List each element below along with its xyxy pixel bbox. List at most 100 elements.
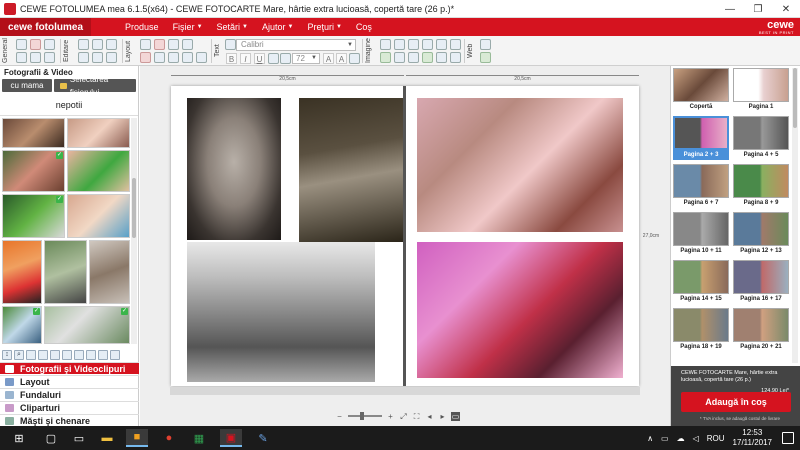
view-small-icon[interactable]	[26, 349, 36, 360]
image-bw-icon[interactable]	[408, 52, 419, 63]
font-family-select[interactable]: Calibri ▼	[236, 39, 356, 51]
font-grow-icon[interactable]: A	[323, 53, 334, 64]
photo-baby-portrait[interactable]	[187, 98, 281, 240]
settings-icon[interactable]	[30, 52, 41, 63]
photo-thumbnail[interactable]	[2, 240, 42, 304]
photo-mother-child[interactable]	[417, 242, 623, 378]
page-thumb-18-19[interactable]: Pagina 18 + 19	[673, 308, 729, 352]
spread-scrollbar[interactable]	[170, 387, 640, 395]
layout-snap-icon[interactable]	[182, 39, 193, 50]
page-thumb-12-13[interactable]: Pagina 12 + 13	[733, 212, 789, 256]
photo-family-cake[interactable]	[417, 98, 623, 232]
layout-front-icon[interactable]	[154, 52, 165, 63]
menu-setari[interactable]: Setări ▼	[217, 22, 248, 32]
open-icon[interactable]	[30, 39, 41, 50]
section-layout[interactable]: Layout	[0, 375, 139, 387]
web-share-icon[interactable]	[480, 52, 491, 63]
tab-album[interactable]: cu mama	[2, 79, 52, 92]
scrollbar-thumb[interactable]	[132, 178, 136, 238]
section-masks-frames[interactable]: Măşti şi chenare	[0, 414, 139, 426]
preview-icon[interactable]	[44, 52, 55, 63]
print-icon[interactable]	[44, 39, 55, 50]
layout-group-icon[interactable]	[182, 52, 193, 63]
image-sepia-icon[interactable]	[422, 52, 433, 63]
page-thumb-8-9[interactable]: Pagina 8 + 9	[733, 164, 789, 208]
select-all-icon[interactable]	[74, 349, 84, 360]
zoom-slider[interactable]	[348, 412, 382, 420]
add-to-cart-button[interactable]: Adaugă în coş	[681, 392, 791, 412]
photo-thumbnail[interactable]	[67, 194, 130, 238]
copy-icon[interactable]	[16, 52, 27, 63]
section-photos-videos[interactable]: Fotografii şi Videoclipuri	[0, 362, 139, 374]
menu-produse[interactable]: Produse	[125, 22, 159, 32]
page-thumb-14-15[interactable]: Pagina 14 + 15	[673, 260, 729, 304]
onedrive-icon[interactable]: ☁	[677, 434, 685, 443]
text-insert-icon[interactable]	[225, 39, 236, 50]
image-redeye-icon[interactable]	[394, 52, 405, 63]
excel-icon[interactable]: ▦	[188, 429, 210, 447]
paste-icon[interactable]	[78, 52, 89, 63]
menu-cos[interactable]: Coş	[356, 22, 372, 32]
photo-thumbnail[interactable]: ✓	[2, 306, 42, 344]
italic-icon[interactable]: I	[240, 53, 251, 64]
page-thumb-1[interactable]: Pagina 1	[733, 68, 789, 112]
file-explorer-icon[interactable]: ▬	[96, 429, 118, 447]
next-page-icon[interactable]: ▸	[438, 412, 447, 421]
section-backgrounds[interactable]: Fundaluri	[0, 388, 139, 400]
page-thumb-2-3[interactable]: Pagina 2 + 3	[673, 116, 729, 160]
image-crop-icon[interactable]	[380, 39, 391, 50]
photo-baby-stroller[interactable]	[299, 98, 405, 242]
page-thumb-10-11[interactable]: Pagina 10 + 11	[673, 212, 729, 256]
zoom-in-icon[interactable]: +	[386, 412, 395, 421]
menu-preturi[interactable]: Preţuri ▼	[307, 22, 341, 32]
layout-frame-icon[interactable]	[154, 39, 165, 50]
prev-page-icon[interactable]: ◂	[425, 412, 434, 421]
windows-start-icon[interactable]: ⊞	[8, 429, 30, 447]
undo-icon[interactable]	[78, 39, 89, 50]
image-frame-icon[interactable]	[436, 52, 447, 63]
maximize-button[interactable]: ❐	[744, 0, 772, 18]
layout-grid-icon[interactable]	[140, 39, 151, 50]
filter-icon[interactable]	[62, 349, 72, 360]
image-zoom-icon[interactable]	[408, 39, 419, 50]
image-rotate-icon[interactable]	[422, 39, 433, 50]
task-view-icon[interactable]: ▢	[40, 429, 62, 447]
photo-thumbnail[interactable]: ✓	[2, 194, 65, 238]
close-button[interactable]: ✕	[772, 0, 800, 18]
image-flip-icon[interactable]	[436, 39, 447, 50]
section-cliparts[interactable]: Cliparturi	[0, 401, 139, 413]
image-fit-icon[interactable]	[394, 39, 405, 50]
delete-icon[interactable]	[92, 52, 103, 63]
photo-house-steps[interactable]	[187, 242, 375, 382]
page-thumb-6-7[interactable]: Pagina 6 + 7	[673, 164, 729, 208]
network-icon[interactable]: ▭	[661, 434, 669, 443]
minimize-button[interactable]: —	[716, 0, 744, 18]
tray-chevron-icon[interactable]: ∧	[647, 434, 653, 443]
scrollbar-thumb[interactable]	[793, 68, 797, 128]
page-thumb-16-17[interactable]: Pagina 16 + 17	[733, 260, 789, 304]
save-icon[interactable]	[16, 39, 27, 50]
photo-thumbnail[interactable]	[89, 240, 130, 304]
zoom-slider-handle[interactable]	[360, 412, 364, 420]
bold-icon[interactable]: B	[226, 53, 237, 64]
chrome-icon[interactable]: ●	[158, 429, 180, 447]
fullscreen-icon[interactable]: ⛶	[412, 412, 421, 421]
menu-fisier[interactable]: Fişier ▼	[173, 22, 203, 32]
tab-select-file[interactable]: Selectarea fişierului	[54, 75, 136, 97]
photo-thumbnail[interactable]: ✓	[44, 306, 130, 344]
text-color-icon[interactable]	[349, 53, 360, 64]
underline-icon[interactable]: U	[254, 53, 265, 64]
align-center-icon[interactable]	[280, 53, 291, 64]
menu-ajutor[interactable]: Ajutor ▼	[262, 22, 293, 32]
page-thumb-4-5[interactable]: Pagina 4 + 5	[733, 116, 789, 160]
language-indicator[interactable]: ROU	[707, 434, 725, 443]
rotate-icon[interactable]	[106, 52, 117, 63]
paint-palette-icon[interactable]: ✎	[252, 429, 274, 447]
photo-thumbnail[interactable]	[67, 150, 130, 192]
search-icon[interactable]: ⌕	[14, 349, 24, 360]
view-medium-icon[interactable]	[38, 349, 48, 360]
notification-icon[interactable]	[782, 432, 794, 444]
page-thumb-20-21[interactable]: Pagina 20 + 21	[733, 308, 789, 352]
cut-icon[interactable]	[106, 39, 117, 50]
fit-page-icon[interactable]: ⤢	[399, 412, 408, 421]
